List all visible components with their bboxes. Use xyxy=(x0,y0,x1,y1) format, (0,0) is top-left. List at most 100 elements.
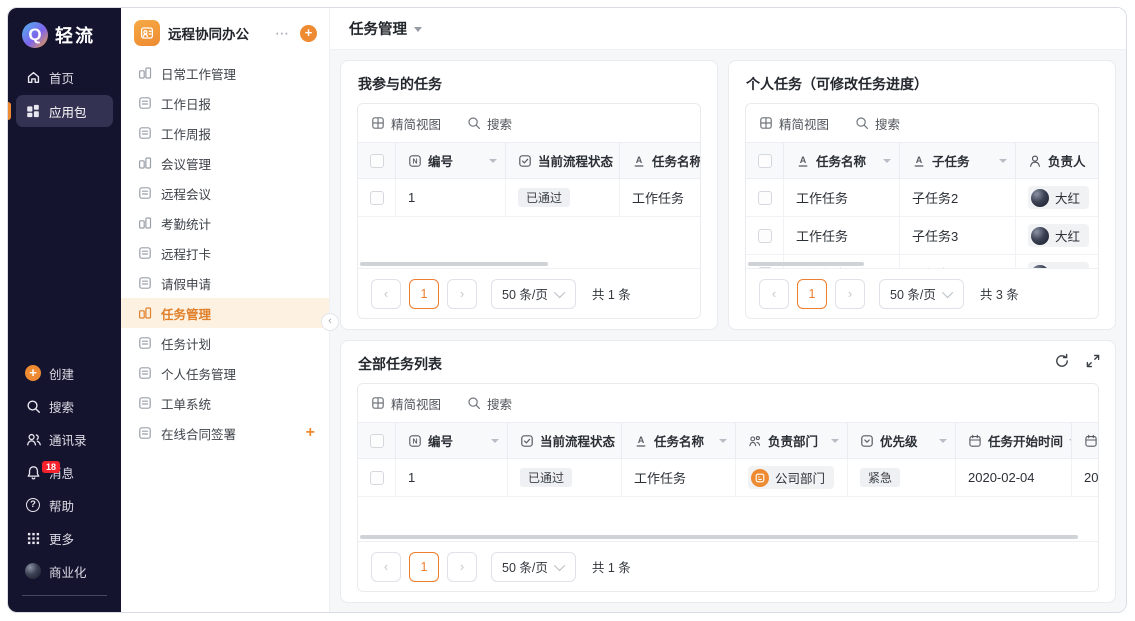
table-header: N 编号 当前流程状态 A 任务名称 xyxy=(358,422,1098,459)
compact-view-button[interactable]: 精简视图 xyxy=(371,114,441,133)
page-number-button[interactable]: 1 xyxy=(409,552,439,582)
column-header-name[interactable]: A 任务名称 xyxy=(784,143,900,178)
menu-item-personal-task-mgmt[interactable]: 个人任务管理 xyxy=(121,358,329,388)
select-all-checkbox[interactable] xyxy=(370,434,384,448)
menu-item-task-plan[interactable]: 任务计划 xyxy=(121,328,329,358)
fullscreen-icon[interactable] xyxy=(1084,352,1102,370)
menu-item-leave-request[interactable]: 请假申请 xyxy=(121,268,329,298)
table-row[interactable]: 工作任务 子任务2 大红 xyxy=(746,179,1098,217)
compact-view-button[interactable]: 精简视图 xyxy=(371,394,441,413)
column-header-clipped[interactable] xyxy=(1072,423,1098,458)
column-header-subtask[interactable]: A 子任务 xyxy=(900,143,1016,178)
menu-item-task-mgmt[interactable]: 任务管理 xyxy=(121,298,329,328)
select-all-checkbox[interactable] xyxy=(758,154,772,168)
sort-caret-icon[interactable] xyxy=(719,439,727,443)
page-size-select[interactable]: 50 条/页 xyxy=(879,279,964,309)
sort-caret-icon[interactable] xyxy=(491,439,499,443)
search-button[interactable]: 搜索 xyxy=(467,394,512,413)
menu-item-label: 任务管理 xyxy=(161,304,315,323)
add-app-button[interactable]: + xyxy=(300,25,317,42)
next-page-button[interactable]: › xyxy=(835,279,865,309)
column-header-start-date[interactable]: 任务开始时间 xyxy=(956,423,1072,458)
sidebar-item-more[interactable]: 更多 xyxy=(16,522,113,554)
horizontal-scrollbar[interactable] xyxy=(360,535,1078,539)
chevron-down-icon xyxy=(554,286,565,297)
sort-caret-icon[interactable] xyxy=(939,439,947,443)
search-button[interactable]: 搜索 xyxy=(467,114,512,133)
page-size-select[interactable]: 50 条/页 xyxy=(491,552,576,582)
sidebar-item-commercial[interactable]: 商业化 xyxy=(16,555,113,587)
prev-page-button[interactable]: ‹ xyxy=(371,279,401,309)
cell-subtask: 子任务1 xyxy=(900,255,1016,268)
next-page-button[interactable]: › xyxy=(447,552,477,582)
select-all-checkbox[interactable] xyxy=(370,154,384,168)
more-options-icon[interactable]: ⋯ xyxy=(269,25,296,42)
menu-item-daily-work[interactable]: 日常工作管理 xyxy=(121,58,329,88)
page-number-button[interactable]: 1 xyxy=(797,279,827,309)
menu-item-daily-report[interactable]: 工作日报 xyxy=(121,88,329,118)
column-header-status[interactable]: 当前流程状态 xyxy=(506,143,620,178)
prev-page-button[interactable]: ‹ xyxy=(759,279,789,309)
column-header-dept[interactable]: 负责部门 xyxy=(736,423,848,458)
sidebar-item-create[interactable]: + 创建 xyxy=(16,357,113,389)
column-header-no[interactable]: N 编号 xyxy=(396,143,506,178)
page-size-select[interactable]: 50 条/页 xyxy=(491,279,576,309)
sidebar-item-home[interactable]: 首页 xyxy=(16,61,113,93)
page-number-button[interactable]: 1 xyxy=(409,279,439,309)
column-header-status[interactable]: 当前流程状态 xyxy=(508,423,622,458)
add-form-button[interactable]: + xyxy=(306,424,315,442)
column-header-owner[interactable]: 负责人 xyxy=(1016,143,1098,178)
next-page-button[interactable]: › xyxy=(447,279,477,309)
column-header-name[interactable]: A 任务名称 xyxy=(620,143,700,178)
table-body: 1 已通过 工作任务 xyxy=(358,179,700,268)
row-checkbox[interactable] xyxy=(758,267,772,269)
plus-circle-icon: + xyxy=(25,365,41,381)
menu-item-remote-meeting[interactable]: 远程会议 xyxy=(121,178,329,208)
search-button[interactable]: 搜索 xyxy=(855,114,900,133)
text-icon: A xyxy=(912,154,926,168)
sort-caret-icon[interactable] xyxy=(999,159,1007,163)
menu-item-remote-checkin[interactable]: 远程打卡 xyxy=(121,238,329,268)
brand-logo: Q 轻流 xyxy=(8,8,121,60)
row-checkbox[interactable] xyxy=(370,471,384,485)
sidebar-collapse-button[interactable]: ‹ xyxy=(321,313,339,331)
sidebar-item-help[interactable]: ? 帮助 xyxy=(16,489,113,521)
table-row[interactable]: 1 已通过 工作任务 xyxy=(358,179,700,217)
table-shell: 精简视图 搜索 N 编号 xyxy=(357,103,701,319)
sort-caret-icon[interactable] xyxy=(883,159,891,163)
menu-item-attendance[interactable]: 考勤统计 xyxy=(121,208,329,238)
column-header-priority[interactable]: 优先级 xyxy=(848,423,956,458)
sort-caret-icon[interactable] xyxy=(489,159,497,163)
row-checkbox[interactable] xyxy=(758,191,772,205)
table-row[interactable]: 工作任务 子任务3 大红 xyxy=(746,217,1098,255)
sidebar-item-messages[interactable]: 18 消息 xyxy=(16,456,113,488)
compact-view-button[interactable]: 精简视图 xyxy=(759,114,829,133)
sidebar-item-search[interactable]: 搜索 xyxy=(16,390,113,422)
sidebar-item-apps[interactable]: 应用包 xyxy=(16,95,113,127)
sidebar-item-contacts[interactable]: 通讯录 xyxy=(16,423,113,455)
sort-caret-icon[interactable] xyxy=(831,439,839,443)
sidebar-item-label: 搜索 xyxy=(49,397,74,416)
menu-item-label: 在线合同签署 xyxy=(161,424,297,443)
column-header-name[interactable]: A 任务名称 xyxy=(622,423,736,458)
row-checkbox[interactable] xyxy=(370,191,384,205)
menu-item-ticket-system[interactable]: 工单系统 xyxy=(121,388,329,418)
chevron-down-icon[interactable] xyxy=(414,27,422,32)
menu-item-online-contract[interactable]: 在线合同签署 + xyxy=(121,418,329,448)
chevron-down-icon xyxy=(554,559,565,570)
pagination: ‹ 1 › 50 条/页 共 3 条 xyxy=(746,268,1098,318)
sidebar-item-label: 更多 xyxy=(49,529,74,548)
prev-page-button[interactable]: ‹ xyxy=(371,552,401,582)
form-icon xyxy=(138,126,152,140)
menu-item-weekly-report[interactable]: 工作周报 xyxy=(121,118,329,148)
horizontal-scrollbar[interactable] xyxy=(360,262,548,266)
cell-owner: 大红 xyxy=(1016,255,1098,268)
table-row[interactable]: 1 已通过 工作任务 公司部门 紧急 2020-02-04 xyxy=(358,459,1098,497)
horizontal-scrollbar[interactable] xyxy=(748,262,864,266)
column-header-no[interactable]: N 编号 xyxy=(396,423,508,458)
refresh-icon[interactable] xyxy=(1053,352,1071,370)
table-shell: 精简视图 搜索 A 任务名称 xyxy=(745,103,1099,319)
row-checkbox[interactable] xyxy=(758,229,772,243)
panel-title: 全部任务列表 xyxy=(358,354,1099,374)
menu-item-meeting-mgmt[interactable]: 会议管理 xyxy=(121,148,329,178)
